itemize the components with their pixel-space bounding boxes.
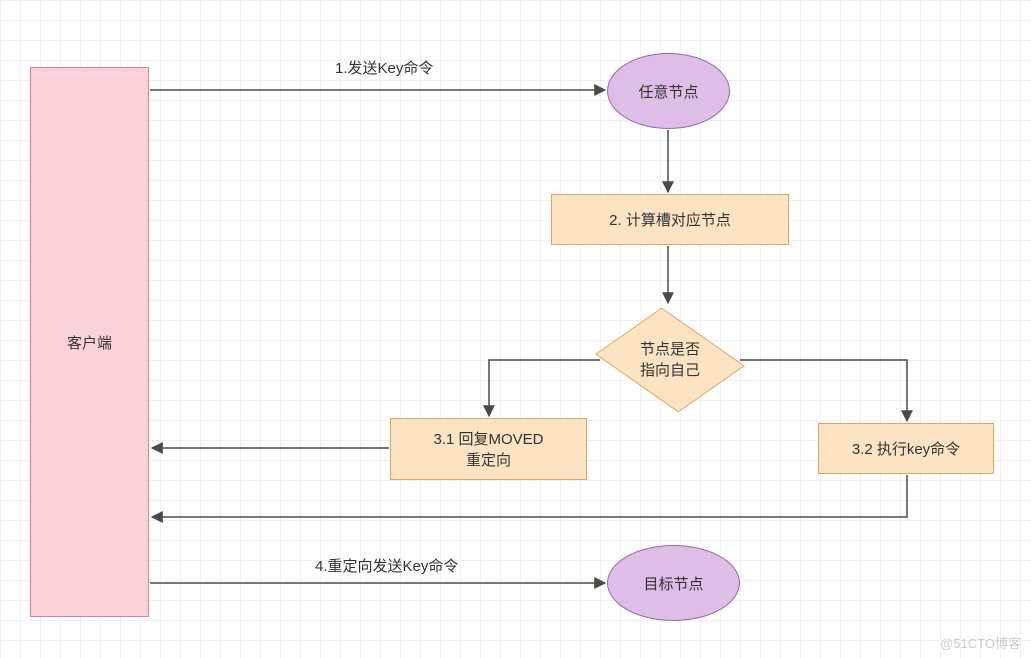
decision-label: 节点是否 指向自己 — [600, 305, 740, 415]
target-node-ellipse: 目标节点 — [607, 545, 740, 621]
step2-box: 2. 计算槽对应节点 — [551, 194, 789, 245]
client-box: 客户端 — [30, 67, 149, 617]
decision-diamond: 节点是否 指向自己 — [600, 305, 740, 415]
step2-label: 2. 计算槽对应节点 — [609, 209, 731, 230]
watermark: @51CTO博客 — [940, 633, 1021, 652]
target-node-label: 目标节点 — [643, 573, 703, 594]
step31-box: 3.1 回复MOVED 重定向 — [390, 418, 587, 480]
step31-line2: 重定向 — [433, 449, 543, 470]
edge-label-1: 1.发送Key命令 — [335, 57, 433, 78]
edge-label-4: 4.重定向发送Key命令 — [315, 555, 458, 576]
any-node-label: 任意节点 — [638, 81, 698, 102]
client-label: 客户端 — [67, 332, 112, 353]
step32-box: 3.2 执行key命令 — [818, 423, 994, 474]
step32-label: 3.2 执行key命令 — [852, 438, 960, 459]
grid-background — [0, 0, 1031, 658]
any-node-ellipse: 任意节点 — [607, 53, 730, 129]
step31-line1: 3.1 回复MOVED — [433, 428, 543, 449]
